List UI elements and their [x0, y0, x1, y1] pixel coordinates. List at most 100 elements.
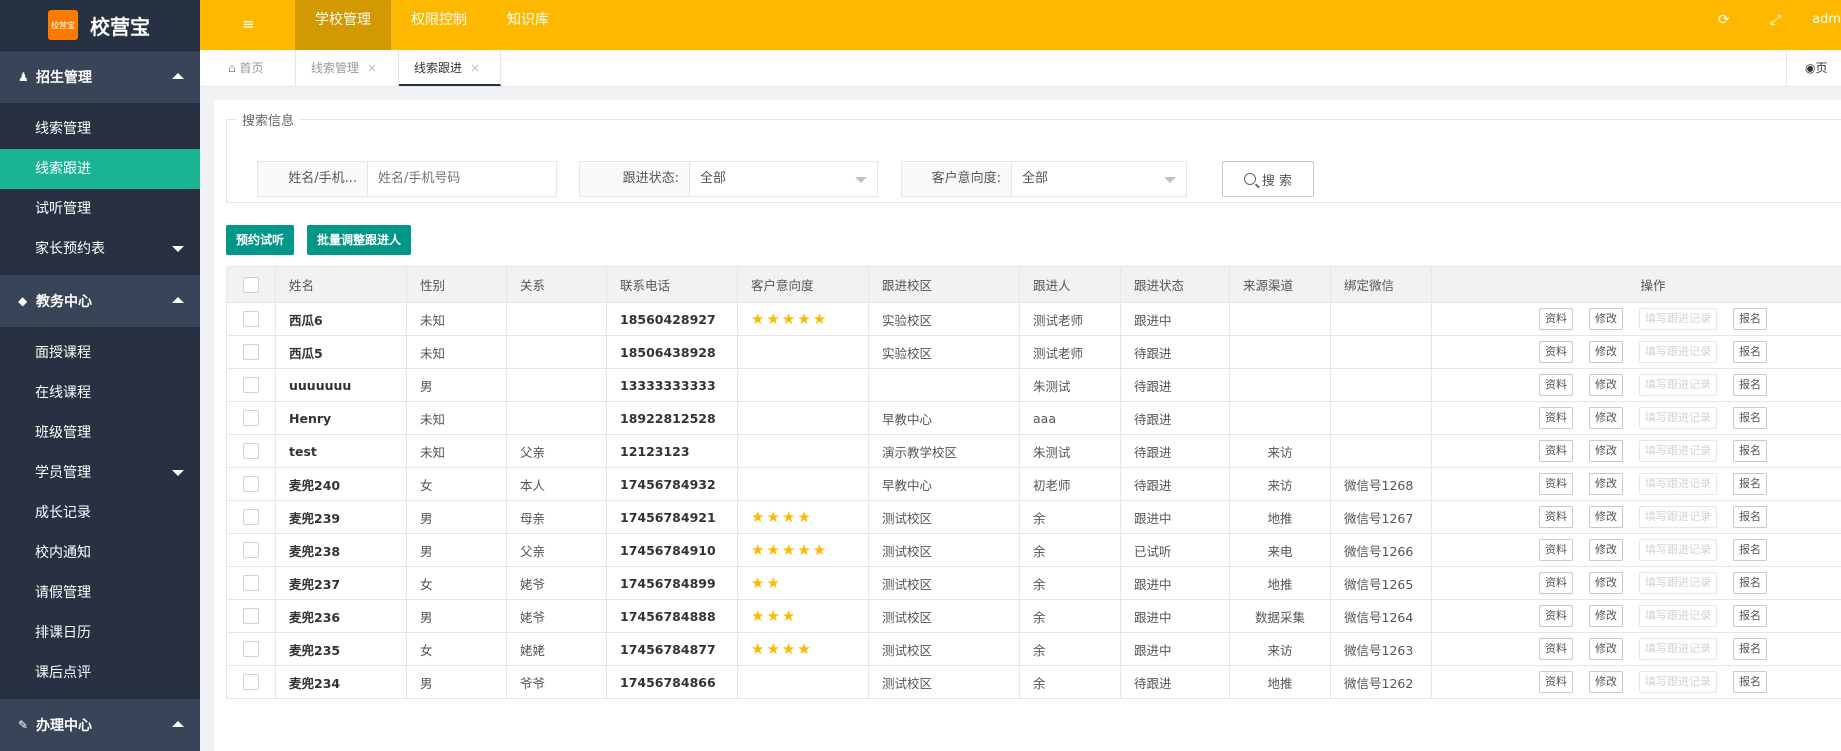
sidebar-item[interactable]: 班级管理 — [0, 413, 200, 453]
profile-button[interactable]: 资料 — [1539, 407, 1573, 429]
profile-button[interactable]: 资料 — [1539, 341, 1573, 363]
row-checkbox[interactable] — [243, 410, 259, 427]
followup-record-button[interactable]: 填写跟进记录 — [1639, 440, 1717, 462]
edit-button[interactable]: 修改 — [1589, 374, 1623, 396]
edit-button[interactable]: 修改 — [1589, 605, 1623, 627]
row-checkbox[interactable] — [243, 344, 259, 361]
row-checkbox[interactable] — [243, 311, 259, 328]
fullscreen-icon[interactable]: ⤢ — [1770, 12, 1781, 28]
followup-record-button[interactable]: 填写跟进记录 — [1639, 605, 1717, 627]
enroll-button[interactable]: 报名 — [1733, 506, 1767, 528]
sidebar-item[interactable]: 请假管理 — [0, 573, 200, 613]
enroll-button[interactable]: 报名 — [1733, 572, 1767, 594]
followup-record-button[interactable]: 填写跟进记录 — [1639, 473, 1717, 495]
page-tab-leads[interactable]: 线索管理 × — [296, 50, 399, 86]
sidebar-item[interactable]: 排课日历 — [0, 613, 200, 653]
row-checkbox[interactable] — [243, 674, 259, 691]
name-search-input[interactable] — [368, 162, 553, 196]
enroll-button[interactable]: 报名 — [1733, 374, 1767, 396]
followup-record-button[interactable]: 填写跟进记录 — [1639, 572, 1717, 594]
row-checkbox[interactable] — [243, 509, 259, 526]
followup-record-button[interactable]: 填写跟进记录 — [1639, 407, 1717, 429]
edit-button[interactable]: 修改 — [1589, 308, 1623, 330]
followup-record-button[interactable]: 填写跟进记录 — [1639, 506, 1717, 528]
profile-button[interactable]: 资料 — [1539, 374, 1573, 396]
enroll-button[interactable]: 报名 — [1733, 308, 1767, 330]
sidebar-item[interactable]: 家长预约表 — [0, 229, 200, 269]
sidebar-item[interactable]: 线索跟进 — [0, 149, 200, 189]
profile-button[interactable]: 资料 — [1539, 473, 1573, 495]
status-select[interactable]: 全部 — [690, 162, 877, 196]
row-checkbox[interactable] — [243, 641, 259, 658]
enroll-button[interactable]: 报名 — [1733, 605, 1767, 627]
row-checkbox[interactable] — [243, 542, 259, 559]
enroll-button[interactable]: 报名 — [1733, 473, 1767, 495]
menu-toggle-icon[interactable]: ≡ — [242, 15, 255, 33]
edit-button[interactable]: 修改 — [1589, 539, 1623, 561]
sidebar-item[interactable]: 学员管理 — [0, 453, 200, 493]
row-checkbox[interactable] — [243, 575, 259, 592]
followup-record-button[interactable]: 填写跟进记录 — [1639, 539, 1717, 561]
edit-button[interactable]: 修改 — [1589, 638, 1623, 660]
followup-record-button[interactable]: 填写跟进记录 — [1639, 341, 1717, 363]
sidebar-item-label: 学员管理 — [35, 465, 91, 481]
sidebar-item[interactable]: 面授课程 — [0, 333, 200, 373]
profile-button[interactable]: 资料 — [1539, 440, 1573, 462]
select-all-checkbox[interactable] — [243, 276, 259, 293]
row-checkbox[interactable] — [243, 608, 259, 625]
enroll-button[interactable]: 报名 — [1733, 539, 1767, 561]
book-trial-button[interactable]: 预约试听 — [226, 225, 295, 255]
edit-button[interactable]: 修改 — [1589, 407, 1623, 429]
page-tab-home[interactable]: ⌂ 首页 — [200, 50, 296, 86]
profile-button[interactable]: 资料 — [1539, 506, 1573, 528]
edit-button[interactable]: 修改 — [1589, 572, 1623, 594]
profile-button[interactable]: 资料 — [1539, 605, 1573, 627]
profile-button[interactable]: 资料 — [1539, 671, 1573, 693]
cell-wechat: 微信号1263 — [1330, 632, 1432, 666]
close-icon[interactable]: × — [470, 61, 480, 75]
sidebar-item[interactable]: 线索管理 — [0, 109, 200, 149]
close-icon[interactable]: × — [367, 61, 377, 75]
enroll-button[interactable]: 报名 — [1733, 341, 1767, 363]
sidebar-group[interactable]: ✎ 办理中心 — [0, 699, 200, 751]
enroll-button[interactable]: 报名 — [1733, 407, 1767, 429]
intent-select[interactable]: 全部 — [1012, 162, 1186, 196]
top-tab-permissions[interactable]: 权限控制 — [391, 0, 487, 50]
edit-button[interactable]: 修改 — [1589, 473, 1623, 495]
edit-button[interactable]: 修改 — [1589, 440, 1623, 462]
sidebar-item[interactable]: 试听管理 — [0, 189, 200, 229]
top-tab-school[interactable]: 学校管理 — [295, 0, 391, 50]
followup-record-button[interactable]: 填写跟进记录 — [1639, 671, 1717, 693]
enroll-button[interactable]: 报名 — [1733, 440, 1767, 462]
edit-button[interactable]: 修改 — [1589, 506, 1623, 528]
sidebar-item[interactable]: 成长记录 — [0, 493, 200, 533]
sidebar-group[interactable]: ♟ 招生管理 — [0, 51, 200, 103]
refresh-icon[interactable]: ⟳ — [1718, 12, 1730, 28]
row-checkbox[interactable] — [243, 377, 259, 394]
page-options[interactable]: ◉页 — [1786, 50, 1841, 86]
search-button[interactable]: 搜 索 — [1222, 161, 1314, 197]
batch-adjust-button[interactable]: 批量调整跟进人 — [307, 225, 412, 255]
enroll-button[interactable]: 报名 — [1733, 671, 1767, 693]
followup-record-button[interactable]: 填写跟进记录 — [1639, 374, 1717, 396]
profile-button[interactable]: 资料 — [1539, 572, 1573, 594]
user-name[interactable]: adm — [1812, 12, 1841, 27]
sidebar-item[interactable]: 在线课程 — [0, 373, 200, 413]
row-checkbox[interactable] — [243, 476, 259, 493]
sidebar-item[interactable]: 课后点评 — [0, 653, 200, 693]
sidebar-group[interactable]: ◆ 教务中心 — [0, 275, 200, 327]
sidebar-item[interactable]: 校内通知 — [0, 533, 200, 573]
search-icon — [1243, 173, 1256, 185]
edit-button[interactable]: 修改 — [1589, 341, 1623, 363]
cell-follower: 余 — [1019, 566, 1121, 600]
profile-button[interactable]: 资料 — [1539, 638, 1573, 660]
profile-button[interactable]: 资料 — [1539, 539, 1573, 561]
enroll-button[interactable]: 报名 — [1733, 638, 1767, 660]
page-tab-followup[interactable]: 线索跟进 × — [399, 50, 501, 86]
row-checkbox[interactable] — [243, 443, 259, 460]
followup-record-button[interactable]: 填写跟进记录 — [1639, 308, 1717, 330]
top-tab-knowledge[interactable]: 知识库 — [487, 0, 569, 50]
profile-button[interactable]: 资料 — [1539, 308, 1573, 330]
edit-button[interactable]: 修改 — [1589, 671, 1623, 693]
followup-record-button[interactable]: 填写跟进记录 — [1639, 638, 1717, 660]
